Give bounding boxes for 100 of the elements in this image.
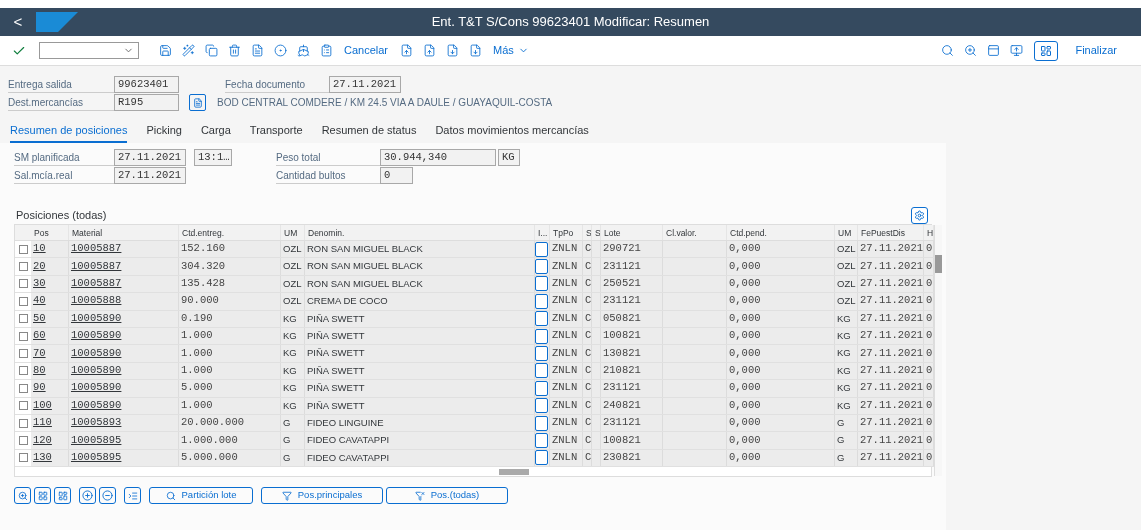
table-cell-text: KG	[837, 363, 851, 378]
checkbox[interactable]	[535, 415, 548, 431]
zoom-button[interactable]	[14, 487, 31, 505]
row-checkbox[interactable]	[18, 436, 28, 445]
row-checkbox[interactable]	[18, 401, 28, 411]
more-button[interactable]: Más	[489, 42, 533, 59]
row-checkbox[interactable]	[18, 453, 28, 463]
column-header[interactable]: UM	[835, 225, 858, 240]
row-checkbox[interactable]	[18, 366, 28, 376]
column-header[interactable]: UM	[281, 225, 305, 240]
table-cell: KG	[837, 381, 851, 396]
table-cell: KG	[837, 398, 851, 413]
table-cell: 210821	[603, 363, 641, 379]
table-cell: 0	[926, 328, 933, 344]
checkbox[interactable]	[535, 380, 548, 396]
column-header[interactable]: Lote	[601, 225, 663, 240]
column-header[interactable]: Cl.valor.	[663, 225, 727, 240]
row-checkbox[interactable]	[18, 296, 28, 306]
cancel-button[interactable]: Cancelar	[340, 42, 393, 59]
table-cell: C	[585, 363, 591, 379]
table-cell-text: KG	[283, 363, 297, 378]
tab[interactable]: Picking	[146, 121, 182, 143]
vertical-scrollbar[interactable]	[934, 225, 942, 477]
row-checkbox[interactable]	[18, 383, 28, 393]
checkbox[interactable]	[535, 450, 548, 466]
input-field[interactable]: KG	[498, 149, 520, 166]
row-checkbox[interactable]	[18, 418, 28, 428]
search-icon	[165, 490, 176, 501]
checkbox[interactable]	[535, 293, 548, 309]
grid-button[interactable]	[34, 487, 51, 505]
table-cell: 0,000	[729, 328, 761, 344]
back-button[interactable]: <	[8, 10, 28, 34]
column-header[interactable]: Denomin.	[305, 225, 535, 240]
grid-button[interactable]	[54, 487, 71, 505]
action-button[interactable]: Pos.principales	[261, 487, 383, 505]
expand-button[interactable]	[79, 487, 96, 505]
table-cell-text: 0,000	[729, 293, 761, 309]
row-checkbox[interactable]	[18, 262, 28, 272]
checkbox[interactable]	[535, 328, 548, 344]
table-cell-text: OZL	[837, 276, 856, 291]
checkbox[interactable]	[535, 259, 548, 275]
column-header[interactable]: Material	[69, 225, 179, 240]
tab[interactable]: Carga	[200, 121, 231, 143]
table-cell-text: FIDEO LINGUINE	[307, 415, 384, 430]
tab[interactable]: Transporte	[249, 121, 303, 143]
action-button[interactable]: Partición lote	[149, 487, 253, 505]
table-cell-text: 0	[926, 450, 933, 465]
table-cell: OZL	[837, 242, 856, 257]
column-header[interactable]: FePuestDis	[858, 225, 924, 240]
row-checkbox[interactable]	[18, 349, 28, 359]
command-field[interactable]	[39, 42, 139, 59]
column-header[interactable]: S	[592, 225, 601, 240]
indent-button[interactable]	[124, 487, 141, 505]
table-cell: OZL	[283, 259, 302, 274]
row-checkbox[interactable]	[18, 314, 28, 324]
column-header[interactable]: S	[583, 225, 592, 240]
input-field[interactable]: 27.11.2021	[114, 167, 186, 184]
column-header[interactable]: Ctd.pend.	[727, 225, 835, 240]
copy-icon[interactable]	[202, 41, 220, 60]
table-cell-text: KG	[283, 329, 297, 343]
column-header[interactable]: Ctd.entreg.	[179, 225, 281, 240]
finish-button[interactable]: Finalizar	[1063, 42, 1129, 59]
layout-button[interactable]	[1034, 40, 1059, 61]
row-checkbox[interactable]	[18, 331, 28, 341]
input-field[interactable]: 27.11.2021	[114, 149, 186, 166]
table-cell: PIÑA SWETT	[307, 398, 365, 413]
checkbox[interactable]	[535, 276, 548, 292]
input-field[interactable]: 99623401	[114, 76, 179, 93]
row-checkbox[interactable]	[18, 244, 28, 254]
table-cell-text: 0	[926, 345, 933, 361]
input-field[interactable]: 0	[380, 167, 413, 184]
table-cell: 1.000	[181, 363, 213, 379]
wand-icon[interactable]	[179, 41, 197, 60]
column-header[interactable]: Pos	[31, 225, 69, 240]
table-cell-text: 0	[926, 397, 933, 413]
address-icon[interactable]	[189, 94, 206, 111]
horizontal-scrollbar[interactable]	[499, 468, 529, 475]
checkbox[interactable]	[535, 433, 548, 448]
checkbox[interactable]	[535, 241, 548, 257]
table-cell-text: 27.11.2021	[860, 450, 923, 465]
row-checkbox[interactable]	[18, 279, 28, 289]
input-field[interactable]: R195	[114, 94, 179, 111]
column-header[interactable]: TpPo	[550, 225, 583, 240]
table-cell: RON SAN MIGUEL BLACK	[307, 242, 423, 257]
checkbox[interactable]	[535, 346, 548, 362]
checkbox[interactable]	[535, 311, 548, 327]
table-cell-text: 27.11.2021	[860, 432, 923, 448]
input-field[interactable]: 13:1…	[194, 149, 232, 166]
action-button[interactable]: Pos.(todas)	[386, 487, 508, 505]
column-header[interactable]: I...	[535, 225, 550, 240]
checkbox[interactable]	[535, 363, 548, 379]
settings-icon[interactable]	[911, 207, 928, 224]
ship-icon[interactable]	[294, 41, 312, 60]
tab[interactable]: Resumen de status	[321, 121, 417, 143]
table-cell: PIÑA SWETT	[307, 311, 365, 326]
input-field[interactable]: 27.11.2021	[329, 76, 401, 93]
tab[interactable]: Datos movimientos mercancías	[435, 121, 589, 143]
input-field[interactable]: 30.944,340	[380, 149, 496, 166]
collapse-button[interactable]	[99, 487, 116, 505]
checkbox[interactable]	[535, 398, 548, 414]
